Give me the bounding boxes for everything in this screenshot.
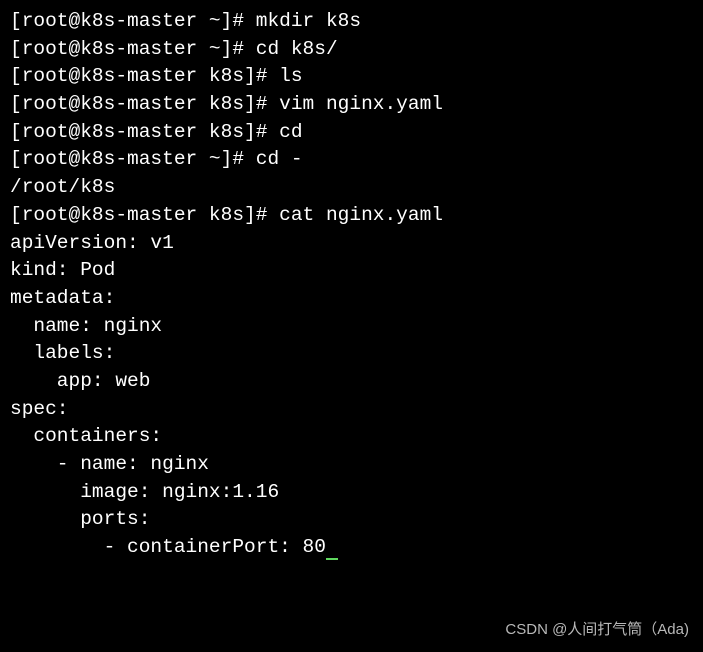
terminal-output-line: - containerPort: 80 <box>10 534 693 562</box>
terminal-output-line: app: web <box>10 368 693 396</box>
terminal-command-line: [root@k8s-master ~]# cd k8s/ <box>10 36 693 64</box>
terminal-command-line: [root@k8s-master k8s]# cd <box>10 119 693 147</box>
cursor-icon <box>326 536 338 560</box>
terminal-output[interactable]: [root@k8s-master ~]# mkdir k8s[root@k8s-… <box>10 8 693 562</box>
terminal-output-line: image: nginx:1.16 <box>10 479 693 507</box>
output-text: apiVersion: v1 <box>10 232 174 254</box>
output-text: ports: <box>10 508 150 530</box>
terminal-command-line: [root@k8s-master ~]# cd - <box>10 146 693 174</box>
shell-prompt: [root@k8s-master ~]# <box>10 38 256 60</box>
shell-command: cd - <box>256 148 303 170</box>
terminal-output-line: /root/k8s <box>10 174 693 202</box>
terminal-output-line: containers: <box>10 423 693 451</box>
output-text: spec: <box>10 398 69 420</box>
shell-prompt: [root@k8s-master k8s]# <box>10 93 279 115</box>
output-text: labels: <box>10 342 115 364</box>
terminal-output-line: kind: Pod <box>10 257 693 285</box>
shell-command: cd <box>279 121 302 143</box>
terminal-command-line: [root@k8s-master ~]# mkdir k8s <box>10 8 693 36</box>
output-text: containers: <box>10 425 162 447</box>
output-text: /root/k8s <box>10 176 115 198</box>
terminal-output-line: labels: <box>10 340 693 368</box>
terminal-command-line: [root@k8s-master k8s]# cat nginx.yaml <box>10 202 693 230</box>
shell-prompt: [root@k8s-master ~]# <box>10 148 256 170</box>
terminal-output-line: spec: <box>10 396 693 424</box>
terminal-output-line: name: nginx <box>10 313 693 341</box>
terminal-output-line: metadata: <box>10 285 693 313</box>
shell-command: cd k8s/ <box>256 38 338 60</box>
shell-prompt: [root@k8s-master ~]# <box>10 10 256 32</box>
output-text: - name: nginx <box>10 453 209 475</box>
shell-prompt: [root@k8s-master k8s]# <box>10 121 279 143</box>
output-text: app: web <box>10 370 150 392</box>
shell-command: cat nginx.yaml <box>279 204 443 226</box>
output-text: - containerPort: 80 <box>10 536 326 558</box>
terminal-output-line: ports: <box>10 506 693 534</box>
output-text: name: nginx <box>10 315 162 337</box>
shell-prompt: [root@k8s-master k8s]# <box>10 204 279 226</box>
terminal-command-line: [root@k8s-master k8s]# ls <box>10 63 693 91</box>
output-text: kind: Pod <box>10 259 115 281</box>
output-text: image: nginx:1.16 <box>10 481 279 503</box>
terminal-command-line: [root@k8s-master k8s]# vim nginx.yaml <box>10 91 693 119</box>
terminal-output-line: - name: nginx <box>10 451 693 479</box>
watermark-text: CSDN @人间打气筒（Ada) <box>505 619 689 640</box>
shell-command: ls <box>279 65 302 87</box>
shell-command: vim nginx.yaml <box>279 93 443 115</box>
shell-command: mkdir k8s <box>256 10 361 32</box>
output-text: metadata: <box>10 287 115 309</box>
terminal-output-line: apiVersion: v1 <box>10 230 693 258</box>
shell-prompt: [root@k8s-master k8s]# <box>10 65 279 87</box>
